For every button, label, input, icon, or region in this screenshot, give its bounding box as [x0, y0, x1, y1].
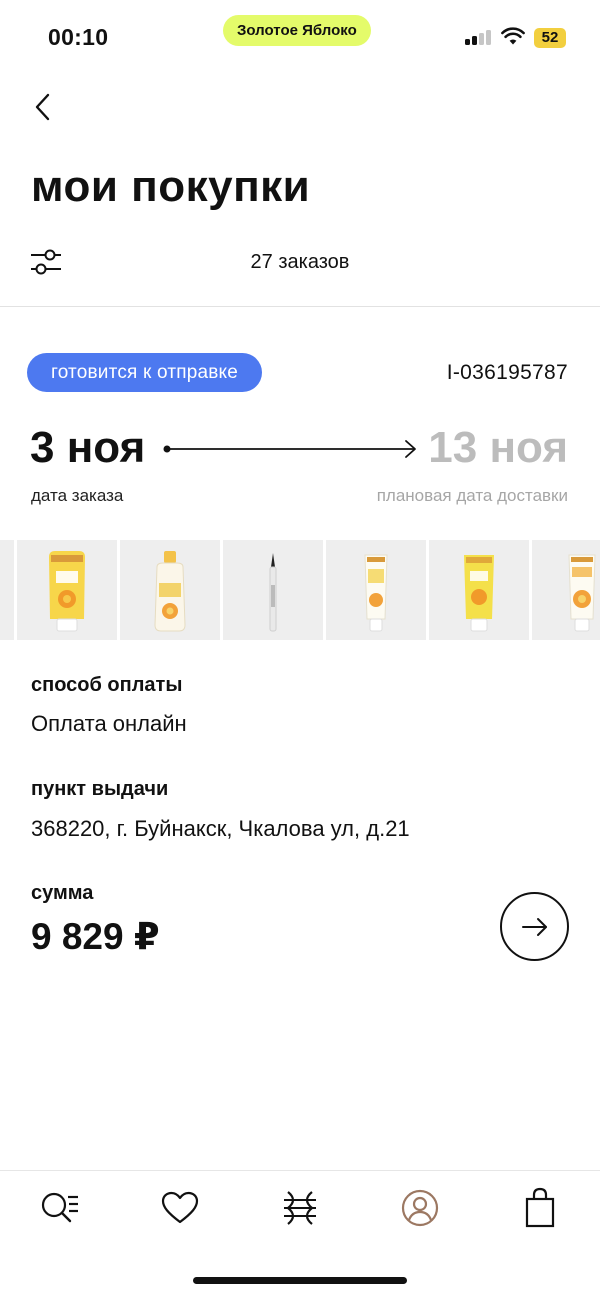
product-thumbnail[interactable]	[326, 540, 426, 640]
weleda-cream-tube-product	[364, 554, 388, 632]
product-thumbnails-strip[interactable]	[0, 540, 600, 640]
tab-catalog-search[interactable]	[30, 1182, 90, 1234]
orders-count: 27 заказов	[250, 251, 350, 273]
filter-button[interactable]	[28, 245, 64, 279]
tab-brand-home[interactable]	[270, 1182, 330, 1234]
profile-icon	[401, 1189, 439, 1227]
tabbar-divider	[0, 1170, 600, 1171]
weleda-baby-tube-product	[49, 551, 85, 632]
chevron-left-icon	[35, 93, 50, 121]
order-number: I-036195787	[446, 361, 568, 384]
status-time: 00:10	[48, 24, 109, 50]
product-thumbnail[interactable]	[223, 540, 323, 640]
open-order-button[interactable]	[500, 892, 569, 961]
catalog-search-icon	[41, 1192, 78, 1223]
tab-cart[interactable]	[510, 1182, 570, 1234]
weleda-calendula-tube-product	[568, 554, 596, 632]
back-button[interactable]	[28, 90, 58, 124]
tab-profile[interactable]	[390, 1182, 450, 1234]
timeline-arrow-icon	[163, 440, 416, 458]
payment-method-label: способ оплаты	[31, 674, 183, 696]
app-indicator-pill[interactable]: Золотое Яблоко	[223, 15, 371, 46]
page-title: мои покупки	[31, 162, 311, 211]
weleda-baby-bottle-product	[154, 551, 186, 632]
favorites-heart-icon	[161, 1191, 199, 1224]
cellular-signal-icon	[465, 29, 493, 45]
filter-sliders-icon	[31, 249, 61, 275]
product-thumbnail[interactable]	[429, 540, 529, 640]
order-date: 3 ноя	[30, 423, 146, 472]
status-bar: 00:10 Золотое Яблоко 52	[0, 0, 600, 70]
product-thumbnail[interactable]	[17, 540, 117, 640]
delivery-date: 13 ноя	[428, 423, 568, 472]
payment-method-value: Оплата онлайн	[31, 711, 187, 736]
product-thumbnail[interactable]	[532, 540, 600, 640]
battery-indicator: 52	[534, 28, 566, 48]
weleda-yellow-tube-product	[464, 555, 494, 632]
shopping-bag-icon	[525, 1187, 555, 1228]
arrow-right-icon	[521, 917, 547, 936]
wifi-icon	[501, 27, 525, 45]
order-date-label: дата заказа	[31, 486, 124, 505]
eyeliner-pen-product	[269, 553, 277, 632]
home-indicator	[193, 1277, 407, 1284]
sum-value: 9 829 ₽	[31, 916, 160, 957]
sum-label: сумма	[31, 882, 94, 904]
pickup-point-label: пункт выдачи	[31, 778, 169, 800]
product-thumbnail[interactable]	[0, 540, 14, 640]
order-status-badge: готовится к отправке	[27, 353, 263, 392]
brand-logo-icon	[284, 1191, 316, 1225]
tab-favorites[interactable]	[150, 1182, 210, 1234]
pickup-point-value: 368220, г. Буйнакск, Чкалова ул, д.21	[31, 816, 410, 841]
delivery-date-label: плановая дата доставки	[376, 486, 568, 505]
header-divider	[0, 306, 600, 307]
product-thumbnail[interactable]	[120, 540, 220, 640]
